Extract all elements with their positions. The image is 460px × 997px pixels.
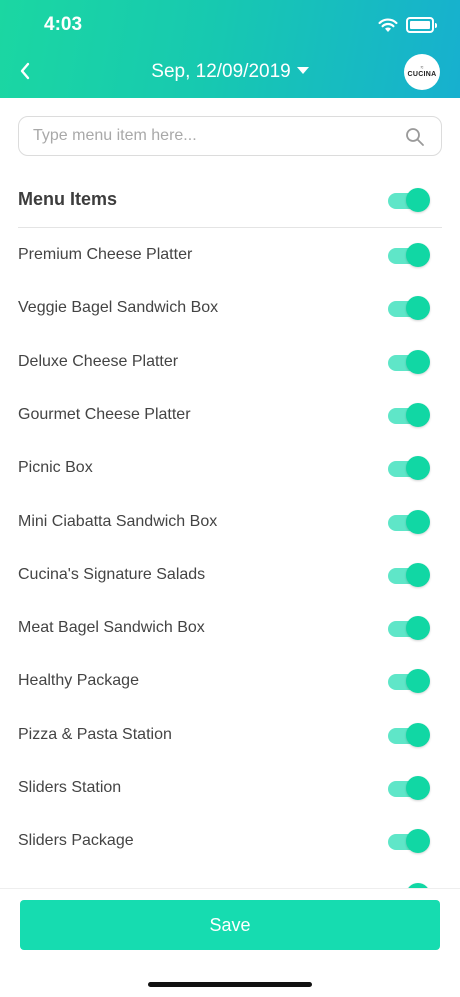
menu-item-row: Picnic Box <box>0 442 460 495</box>
menu-item-label: Sliders Package <box>18 832 134 850</box>
menu-item-row: Cucina's Signature Salads <box>0 549 460 602</box>
search-box <box>18 116 442 156</box>
section-title: Menu Items <box>18 189 118 209</box>
menu-item-label: Meat Bagel Sandwich Box <box>18 619 205 637</box>
status-time: 4:03 <box>44 14 83 35</box>
battery-icon <box>406 17 437 33</box>
menu-item-label: Deluxe Cheese Platter <box>18 352 179 370</box>
menu-item-row: Deluxe Cheese Platter <box>0 336 460 389</box>
menu-item-label: Mini Ciabatta Sandwich Box <box>18 512 218 530</box>
menu-item-label: Pizza & Pasta Station <box>18 725 172 743</box>
menu-item-toggle[interactable] <box>388 669 432 695</box>
menu-item-toggle[interactable] <box>388 776 432 802</box>
status-icons <box>378 15 437 35</box>
menu-item-label: Premium Cheese Platter <box>18 246 193 263</box>
menu-item-toggle[interactable] <box>388 722 432 749</box>
menu-item-label: Picnic Box <box>18 459 93 477</box>
menu-item-row: Sliders Package <box>0 815 460 868</box>
menu-item-row: Mini Ciabatta Sandwich Box <box>0 496 460 549</box>
wifi-icon <box>378 18 398 32</box>
menu-item-label: Healthy Package <box>18 672 139 690</box>
menu-item-toggle[interactable] <box>388 616 432 642</box>
menu-item-row: Healthy Package <box>0 655 460 708</box>
date-selector[interactable]: Sep, 12/09/2019 <box>0 61 460 83</box>
menu-item-toggle[interactable] <box>388 243 432 269</box>
menu-item-row: Veggie Bagel Sandwich Box <box>0 282 460 335</box>
menu-item-label: Sliders Station <box>18 779 122 796</box>
menu-item-toggle[interactable] <box>388 402 432 429</box>
menu-item-label: Cucina's Signature Salads <box>18 565 206 583</box>
caret-down-icon <box>296 67 309 74</box>
menu-item-toggle[interactable] <box>388 349 432 376</box>
toggle-all-menu-items[interactable] <box>388 188 432 214</box>
save-button[interactable]: Save <box>20 900 440 950</box>
search-icon[interactable] <box>405 127 425 147</box>
menu-item-list: Premium Cheese Platter Veggie Bagel Sand… <box>0 229 460 888</box>
menu-item-row: Gourmet Cheese Platter <box>0 389 460 442</box>
date-label: Sep, 12/09/2019 <box>151 61 291 82</box>
menu-item-row: Sliders Station <box>0 762 460 815</box>
menu-item-toggle[interactable] <box>388 829 432 855</box>
menu-item-toggle[interactable] <box>388 562 432 589</box>
menu-item-toggle[interactable] <box>388 456 432 482</box>
menu-item-row: Premium Cheese Platter <box>0 229 460 282</box>
menu-item-row: Pizza & Pasta Station <box>0 709 460 762</box>
toggle-knob <box>406 188 430 212</box>
menu-item-row <box>0 869 460 888</box>
home-indicator[interactable] <box>148 982 312 987</box>
bottom-bar: Save <box>0 888 460 997</box>
menu-item-label: Veggie Bagel Sandwich Box <box>18 299 219 317</box>
logo-text: CUCINA <box>407 70 437 78</box>
menu-item-toggle[interactable] <box>388 509 432 536</box>
menu-item-label: Gourmet Cheese Platter <box>18 405 191 423</box>
menu-item-row: Meat Bagel Sandwich Box <box>0 602 460 655</box>
divider <box>18 227 442 228</box>
menu-item-toggle[interactable] <box>388 296 432 322</box>
search-input[interactable] <box>33 117 393 155</box>
app-header: 4:03 Sep, 12/09/2019 ≈ CUCINA <box>0 0 460 98</box>
cucina-logo[interactable]: ≈ CUCINA <box>404 54 440 90</box>
